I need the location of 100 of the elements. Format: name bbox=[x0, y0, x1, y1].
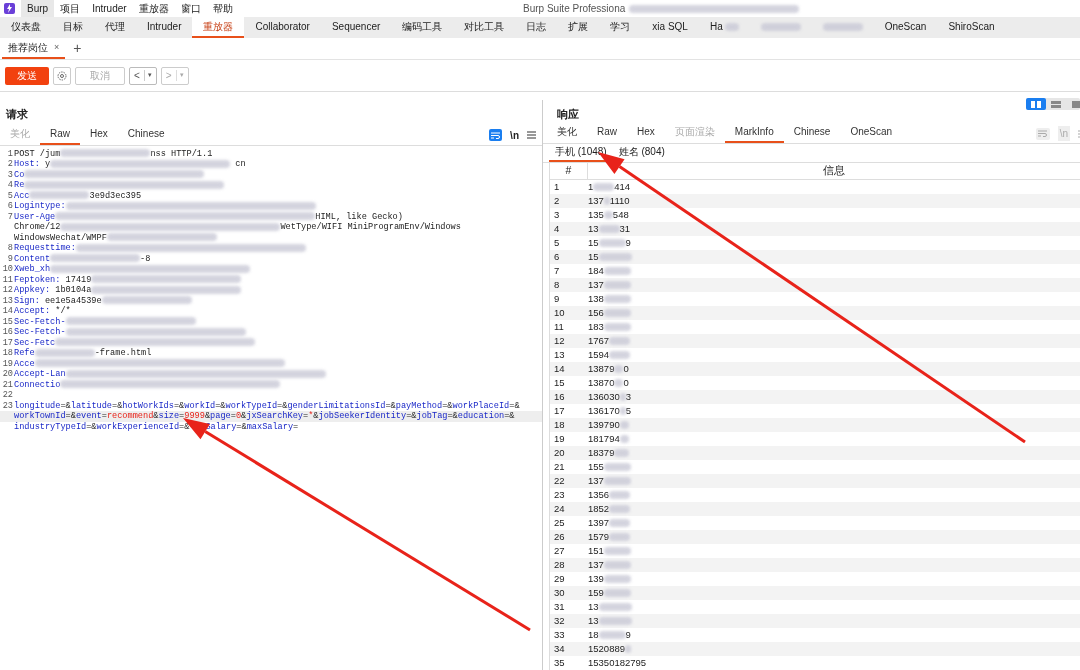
header-name: User-Age bbox=[14, 211, 56, 222]
tool-tab[interactable]: OneScan bbox=[873, 17, 938, 38]
line-number: 13 bbox=[2, 295, 13, 306]
redaction-mark bbox=[822, 22, 863, 31]
tool-tab[interactable]: Collaborator bbox=[244, 17, 321, 38]
editor-tab[interactable]: Raw bbox=[40, 125, 80, 145]
tool-tab[interactable]: 扩展 bbox=[557, 17, 600, 38]
send-button[interactable]: 发送 bbox=[5, 66, 49, 85]
single-pane-icon[interactable] bbox=[1072, 100, 1080, 108]
redaction-mark bbox=[609, 505, 631, 513]
code-text: y bbox=[43, 159, 51, 169]
menu-item[interactable]: 窗口 bbox=[174, 0, 207, 17]
layout-switcher[interactable] bbox=[1026, 98, 1080, 110]
tool-tab[interactable]: 编码工具 bbox=[391, 17, 454, 38]
column-header[interactable]: # bbox=[550, 163, 588, 179]
menu-item[interactable]: 帮助 bbox=[206, 0, 239, 17]
editor-tab[interactable]: Hex bbox=[627, 125, 665, 144]
table-cell-text: 13870 bbox=[588, 375, 615, 390]
code-text: & bbox=[313, 411, 319, 421]
table-cell-text: 15 bbox=[588, 249, 599, 264]
close-icon[interactable]: × bbox=[54, 40, 60, 55]
newline-toggle[interactable]: \n bbox=[510, 127, 519, 143]
menu-item[interactable]: Intruder bbox=[86, 0, 133, 17]
code-text: =& bbox=[215, 400, 226, 411]
wrap-icon[interactable] bbox=[1035, 127, 1050, 140]
menu-item[interactable]: 项目 bbox=[54, 0, 87, 17]
editor-tab[interactable]: Raw bbox=[587, 125, 627, 144]
row-number: 23 bbox=[553, 487, 566, 502]
row-number: 17 bbox=[553, 403, 566, 418]
table-cell-text: 1356 bbox=[588, 487, 610, 502]
editor-tab[interactable]: Chinese bbox=[117, 125, 175, 145]
code-text: =& bbox=[86, 421, 97, 432]
column-header[interactable]: 信息 bbox=[588, 163, 1080, 179]
settings-icon[interactable] bbox=[53, 66, 71, 85]
redaction-mark bbox=[609, 533, 631, 541]
code-text: = bbox=[303, 411, 309, 421]
rows-icon[interactable] bbox=[1051, 100, 1061, 108]
code-text: =& bbox=[447, 411, 458, 421]
code-text: nss HTTP/1.1 bbox=[150, 148, 213, 159]
tool-tab[interactable]: 学习 bbox=[599, 17, 642, 38]
code-text: */* bbox=[54, 306, 71, 316]
row-number: 5 bbox=[553, 235, 561, 250]
row-number: 32 bbox=[553, 613, 566, 628]
row-number: 24 bbox=[553, 501, 566, 516]
row-number: 15 bbox=[553, 375, 566, 390]
tool-tab[interactable]: 代理 bbox=[94, 17, 136, 38]
table-cell-text: 137 bbox=[588, 277, 604, 292]
header-name: maxSalary bbox=[246, 421, 294, 432]
table-cell-text: 13 bbox=[588, 221, 599, 236]
header-name: Acc bbox=[14, 190, 30, 201]
header-name: industryTypeId bbox=[14, 421, 87, 432]
table-cell-text: 137 bbox=[588, 557, 604, 572]
code-text: =& bbox=[277, 400, 288, 411]
table-cell-text: 5 bbox=[625, 403, 631, 418]
tool-tab[interactable]: Sequencer bbox=[320, 17, 392, 38]
tool-tab[interactable]: 重放器 bbox=[192, 17, 245, 38]
tool-tab[interactable]: xia SQL bbox=[641, 17, 699, 38]
tool-tab[interactable]: 对比工具 bbox=[453, 17, 516, 38]
table-cell-text: 136030 bbox=[588, 389, 620, 404]
row-number: 4 bbox=[553, 221, 561, 236]
menu-icon[interactable] bbox=[527, 131, 536, 139]
menu-item[interactable]: 重放器 bbox=[132, 0, 175, 17]
row-number: 30 bbox=[553, 585, 566, 600]
header-name: jobSeekerIdentity bbox=[318, 411, 407, 421]
editor-tab[interactable]: OneScan bbox=[840, 125, 903, 144]
menu-item[interactable]: Burp bbox=[21, 0, 55, 17]
editor-tab[interactable]: 美化 bbox=[547, 125, 587, 144]
table-cell-text: 1397 bbox=[588, 515, 610, 530]
redaction-mark bbox=[625, 645, 631, 653]
app-logo-icon bbox=[4, 3, 15, 14]
columns-icon[interactable] bbox=[1031, 100, 1041, 108]
header-name: Co bbox=[14, 169, 25, 180]
redaction-mark bbox=[603, 547, 631, 555]
tool-tab[interactable]: 目标 bbox=[52, 17, 94, 38]
tool-tab[interactable]: Intruder bbox=[136, 17, 193, 38]
editor-tab[interactable]: Hex bbox=[80, 125, 118, 145]
tool-tab[interactable]: 仪表盘 bbox=[0, 17, 52, 38]
redaction-mark bbox=[760, 22, 801, 31]
tool-tab[interactable]: 日志 bbox=[515, 17, 558, 38]
result-tab[interactable]: 姓名 (804) bbox=[612, 144, 671, 163]
request-tab[interactable]: 推荐岗位 × bbox=[2, 38, 66, 59]
editor-tab[interactable]: MarkInfo bbox=[724, 125, 784, 144]
editor-tab[interactable]: Chinese bbox=[783, 125, 841, 144]
code-text: HIML, like Gecko) bbox=[315, 211, 403, 222]
row-number: 16 bbox=[553, 389, 566, 404]
redaction-mark bbox=[724, 22, 739, 31]
add-tab-button[interactable]: + bbox=[73, 38, 82, 59]
header-name: size bbox=[158, 411, 180, 421]
tool-tab[interactable]: ShiroScan bbox=[937, 17, 1006, 38]
row-number: 27 bbox=[553, 543, 566, 558]
wrap-icon[interactable] bbox=[489, 129, 503, 141]
tool-tab[interactable]: Ha bbox=[698, 17, 750, 38]
redaction-mark bbox=[593, 183, 615, 191]
table-cell-text: 1579 bbox=[588, 529, 610, 544]
table-cell-text: 13 bbox=[588, 613, 599, 628]
line-number: 16 bbox=[2, 327, 13, 337]
line-number: 21 bbox=[2, 379, 13, 390]
row-number: 22 bbox=[553, 473, 566, 488]
header-name: Re bbox=[14, 180, 25, 190]
line-number: 7 bbox=[7, 211, 13, 222]
